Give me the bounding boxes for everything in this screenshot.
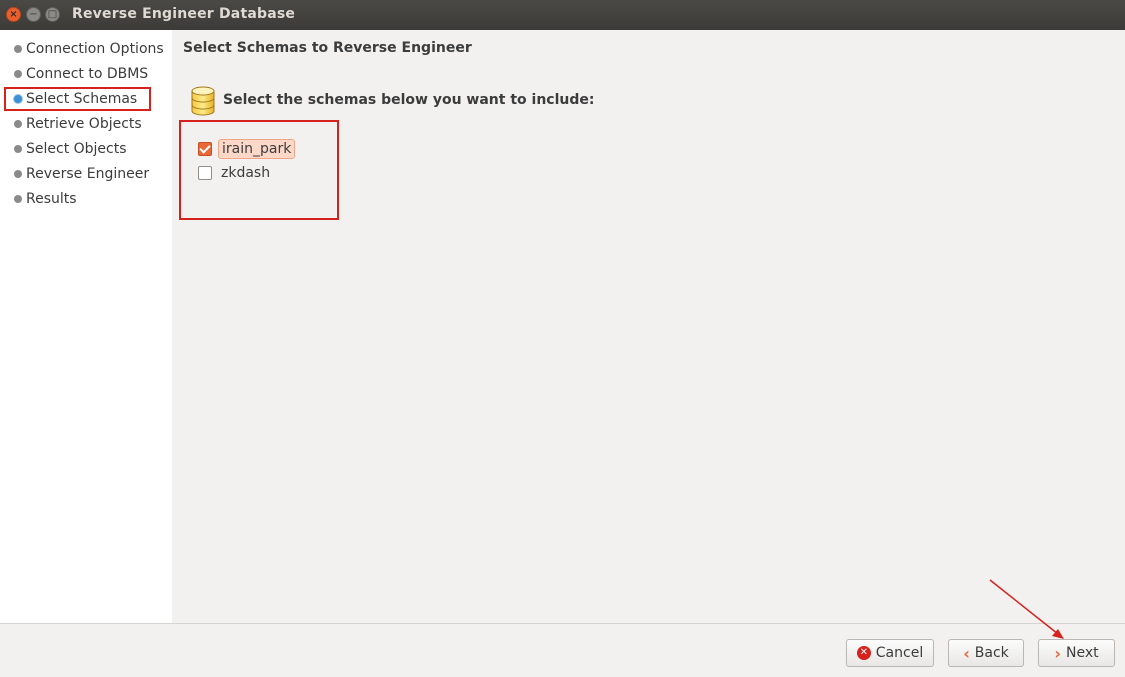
schema-item-irain-park[interactable]: irain_park bbox=[198, 138, 296, 160]
step-label: Select Objects bbox=[26, 141, 127, 157]
chevron-left-icon: ‹ bbox=[963, 643, 970, 663]
step-bullet-icon bbox=[14, 120, 22, 128]
step-retrieve-objects: Retrieve Objects bbox=[14, 114, 142, 134]
active-step-annotation-box bbox=[4, 87, 151, 111]
wizard-footer: ✕ Cancel ‹ Back › Next bbox=[0, 623, 1125, 677]
window-minimize-button[interactable]: − bbox=[26, 7, 41, 22]
main-panel: Select Schemas to Reverse Engineer Selec… bbox=[172, 30, 1125, 623]
step-connection-options: Connection Options bbox=[14, 39, 164, 59]
next-button[interactable]: › Next bbox=[1038, 639, 1115, 667]
step-select-objects: Select Objects bbox=[14, 139, 127, 159]
step-label: Connect to DBMS bbox=[26, 66, 149, 82]
title-bar: × − □ Reverse Engineer Database bbox=[0, 0, 1125, 30]
window-close-button[interactable]: × bbox=[6, 7, 21, 22]
step-bullet-icon bbox=[14, 170, 22, 178]
window-maximize-button[interactable]: □ bbox=[45, 7, 60, 22]
instruction-text: Select the schemas below you want to inc… bbox=[223, 92, 595, 108]
cancel-icon: ✕ bbox=[856, 646, 871, 660]
next-button-label: Next bbox=[1065, 645, 1099, 661]
page-title: Select Schemas to Reverse Engineer bbox=[183, 40, 472, 56]
step-label: Reverse Engineer bbox=[26, 166, 150, 182]
step-label: Results bbox=[26, 191, 77, 207]
step-results: Results bbox=[14, 189, 77, 209]
step-label: Retrieve Objects bbox=[26, 116, 142, 132]
step-bullet-icon bbox=[14, 70, 22, 78]
back-button[interactable]: ‹ Back bbox=[948, 639, 1024, 667]
chevron-right-icon: › bbox=[1054, 643, 1061, 663]
schema-checkbox[interactable] bbox=[198, 166, 212, 180]
step-bullet-icon bbox=[14, 45, 22, 53]
cancel-button-label: Cancel bbox=[875, 645, 924, 661]
back-button-label: Back bbox=[974, 645, 1009, 661]
wizard-steps-sidebar: Connection Options Connect to DBMS Selec… bbox=[0, 30, 172, 623]
step-bullet-icon bbox=[14, 195, 22, 203]
schema-label[interactable]: irain_park bbox=[218, 139, 296, 159]
step-label: Connection Options bbox=[26, 41, 164, 57]
step-reverse-engineer: Reverse Engineer bbox=[14, 164, 149, 184]
cancel-button[interactable]: ✕ Cancel bbox=[846, 639, 934, 667]
schema-checkbox[interactable] bbox=[198, 142, 212, 156]
database-icon bbox=[191, 86, 215, 116]
schema-label[interactable]: zkdash bbox=[218, 164, 273, 182]
window-title: Reverse Engineer Database bbox=[72, 6, 296, 22]
step-connect-to-dbms: Connect to DBMS bbox=[14, 64, 148, 84]
schema-item-zkdash[interactable]: zkdash bbox=[198, 162, 273, 184]
step-bullet-icon bbox=[14, 145, 22, 153]
